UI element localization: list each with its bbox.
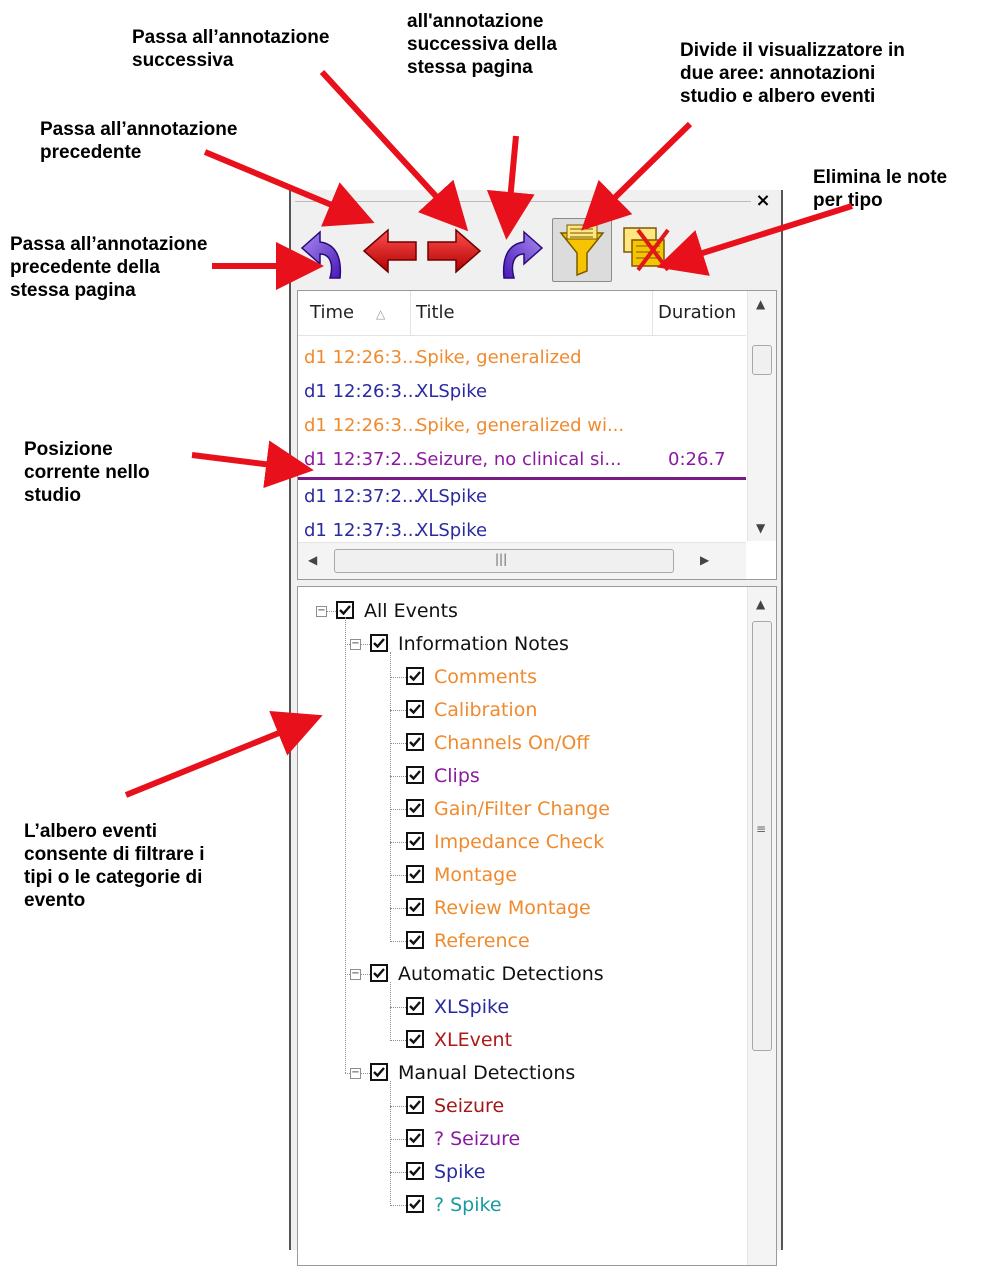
callout-arrow	[124, 711, 323, 798]
callout-arrow	[319, 69, 469, 232]
callout-arrow	[656, 203, 853, 276]
callout-arrow	[486, 135, 535, 240]
callout-arrow	[203, 149, 375, 227]
callout-arrows	[124, 69, 853, 798]
callout-arrow	[581, 121, 693, 231]
callout-arrow	[191, 440, 314, 489]
